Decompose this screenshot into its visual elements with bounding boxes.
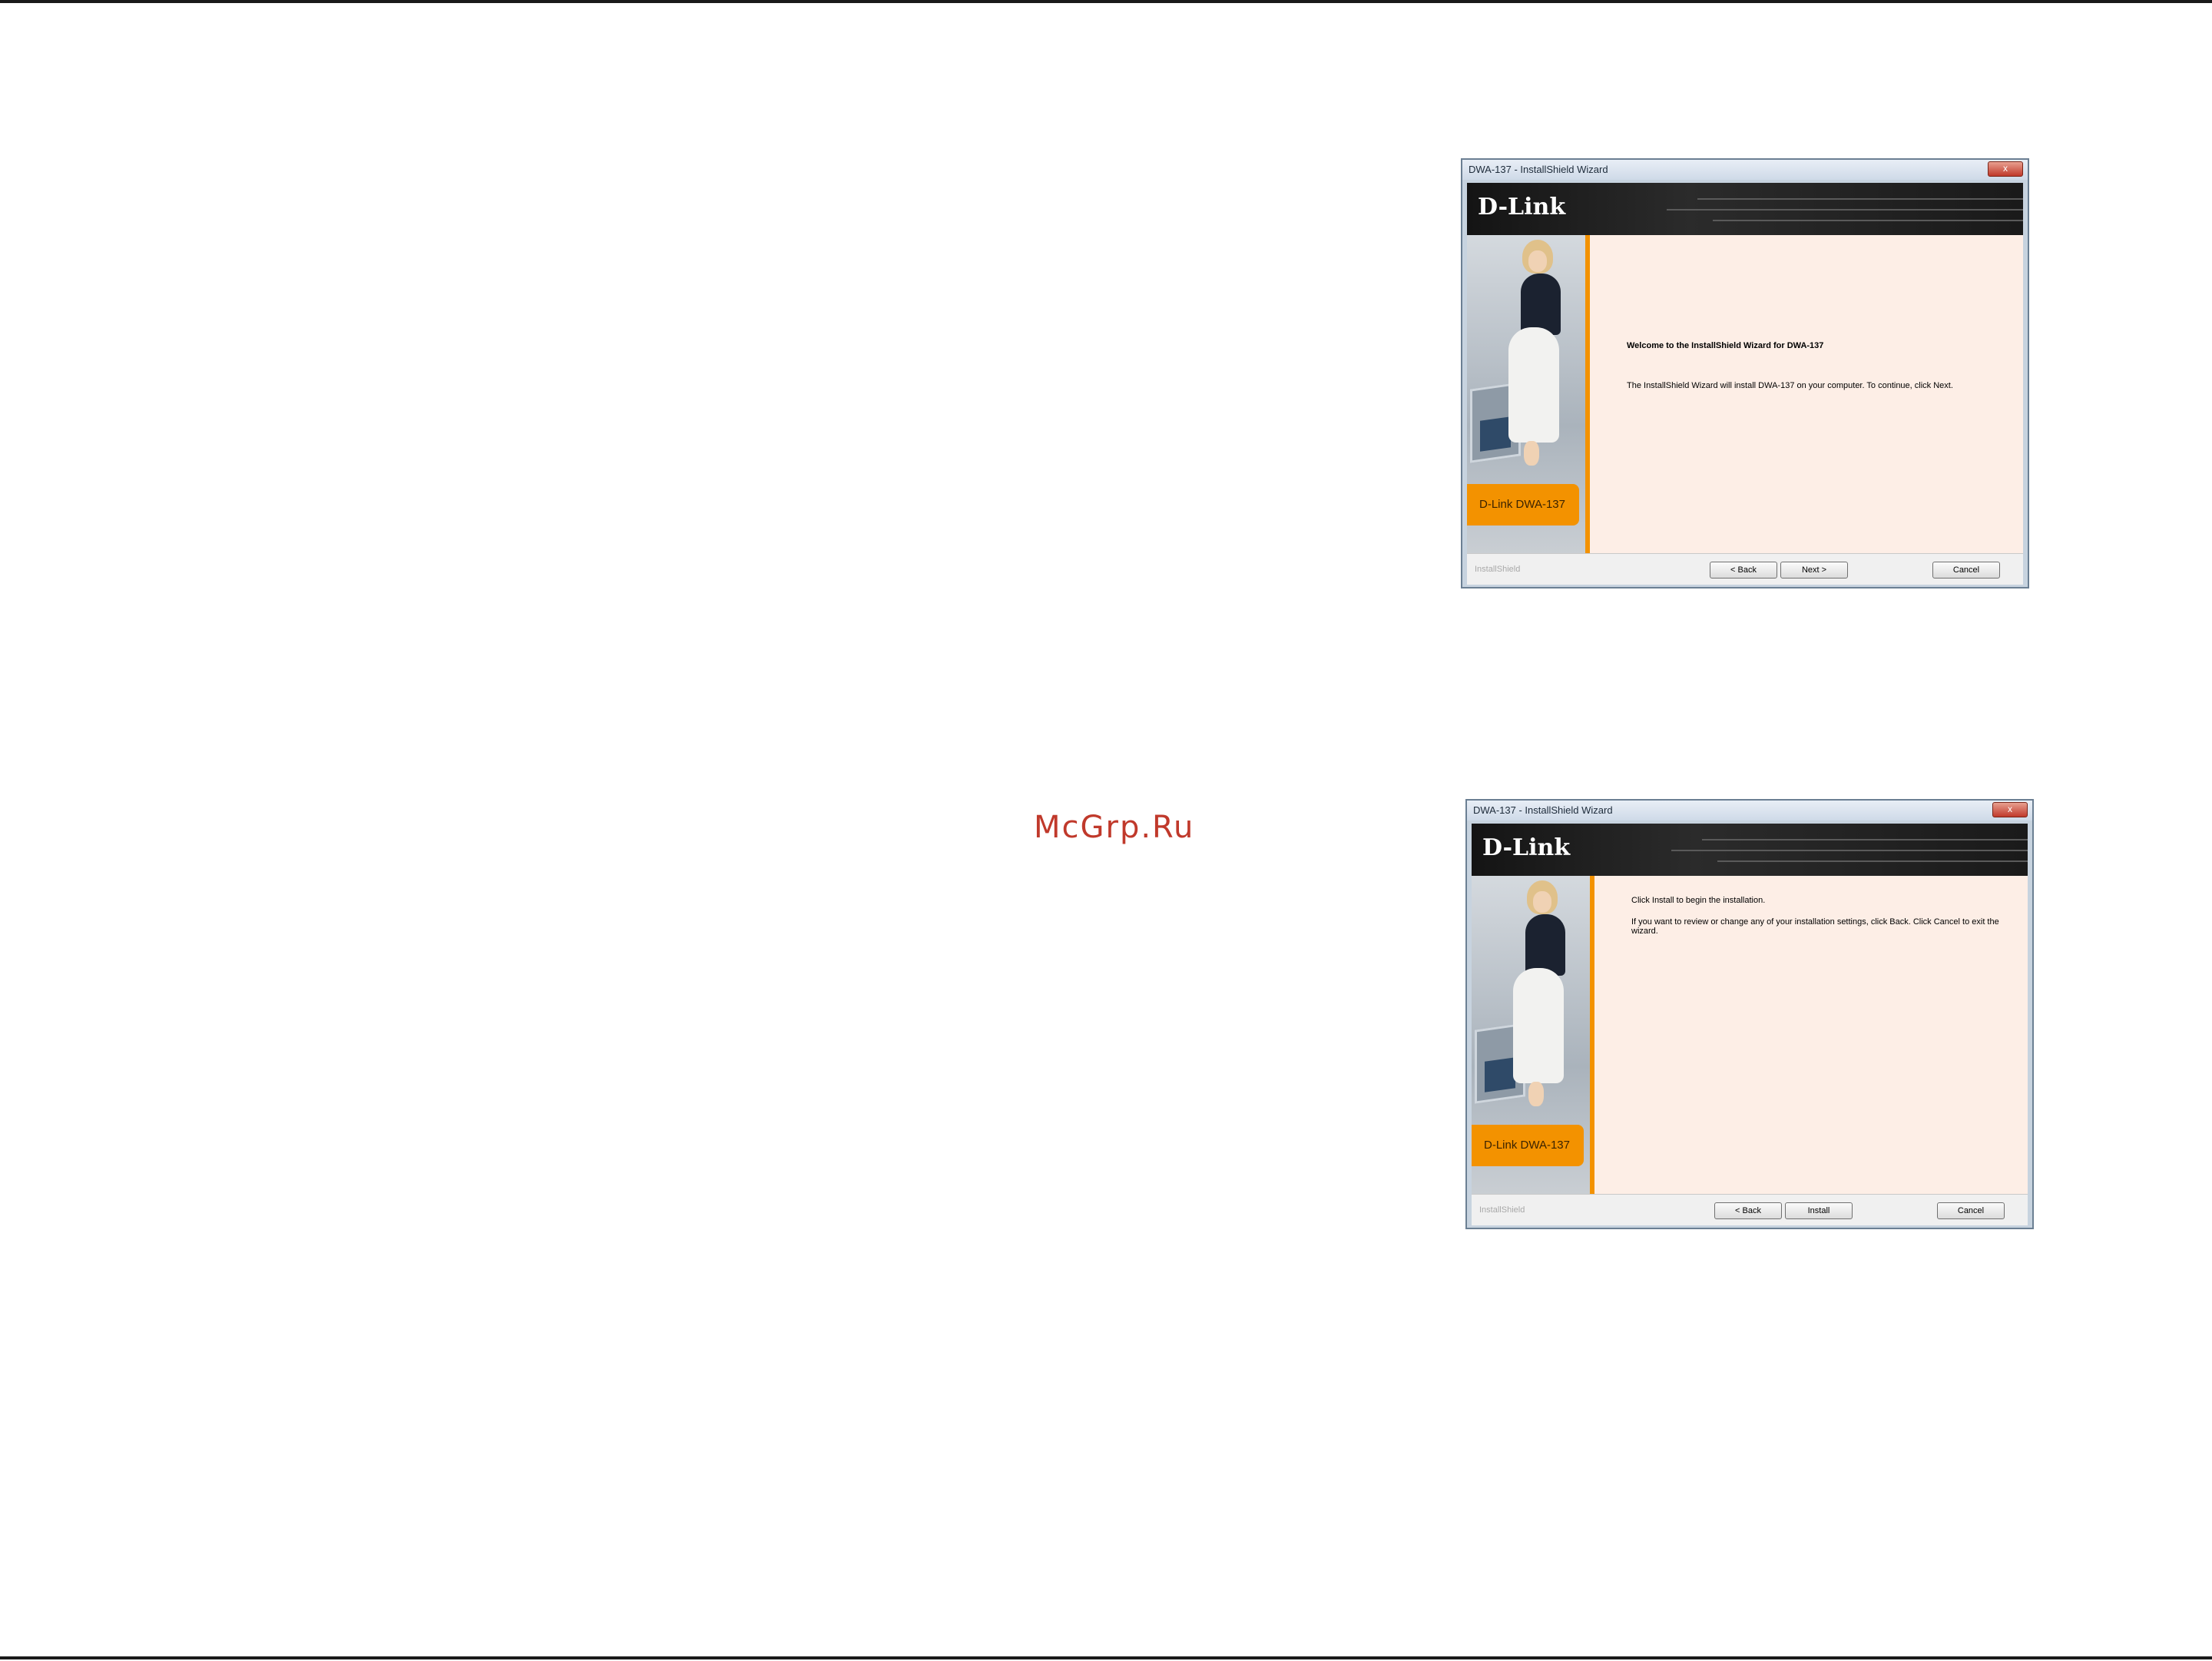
cancel-button[interactable]: Cancel	[1932, 562, 2000, 579]
wizard-content: Welcome to the InstallShield Wizard for …	[1590, 235, 2023, 553]
close-icon: x	[2008, 804, 2012, 814]
installshield-welcome-window: DWA-137 - InstallShield Wizard x D-Link …	[1461, 158, 2029, 588]
dlink-logo: D-Link	[1482, 834, 1571, 861]
close-icon: x	[2003, 163, 2008, 174]
cancel-button[interactable]: Cancel	[1937, 1202, 2005, 1219]
back-button[interactable]: < Back	[1714, 1202, 1782, 1219]
wizard-content: Click Install to begin the installation.…	[1594, 876, 2028, 1194]
bottom-rule	[0, 1656, 2212, 1659]
product-badge: D-Link DWA-137	[1472, 1125, 1584, 1166]
install-instruction: Click Install to begin the installation.	[1631, 896, 1766, 905]
installshield-brand: InstallShield	[1479, 1205, 1525, 1215]
installshield-brand: InstallShield	[1475, 565, 1521, 574]
window-title: DWA-137 - InstallShield Wizard	[1473, 804, 1613, 816]
welcome-body: The InstallShield Wizard will install DW…	[1627, 381, 1953, 390]
product-badge: D-Link DWA-137	[1467, 484, 1579, 525]
window-titlebar: DWA-137 - InstallShield Wizard x	[1462, 160, 2028, 180]
close-button[interactable]: x	[1988, 161, 2023, 177]
wizard-footer: InstallShield < Back Install Cancel	[1472, 1194, 2028, 1225]
dlink-banner: D-Link	[1467, 183, 2023, 235]
welcome-heading: Welcome to the InstallShield Wizard for …	[1627, 341, 1824, 350]
side-image-panel: D-Link DWA-137	[1467, 235, 1590, 553]
window-titlebar: DWA-137 - InstallShield Wizard x	[1467, 801, 2032, 821]
next-button[interactable]: Next >	[1780, 562, 1848, 579]
window-title: DWA-137 - InstallShield Wizard	[1469, 164, 1608, 175]
wizard-footer: InstallShield < Back Next > Cancel	[1467, 553, 2023, 585]
install-button[interactable]: Install	[1785, 1202, 1853, 1219]
top-rule	[0, 0, 2212, 3]
side-image-panel: D-Link DWA-137	[1472, 876, 1594, 1194]
installshield-ready-window: DWA-137 - InstallShield Wizard x D-Link …	[1465, 799, 2034, 1229]
install-review-note: If you want to review or change any of y…	[1631, 917, 1999, 936]
close-button[interactable]: x	[1992, 802, 2028, 817]
dlink-logo: D-Link	[1478, 194, 1566, 220]
watermark: McGrp.Ru	[1034, 810, 1195, 845]
back-button[interactable]: < Back	[1710, 562, 1777, 579]
dlink-banner: D-Link	[1472, 824, 2028, 876]
